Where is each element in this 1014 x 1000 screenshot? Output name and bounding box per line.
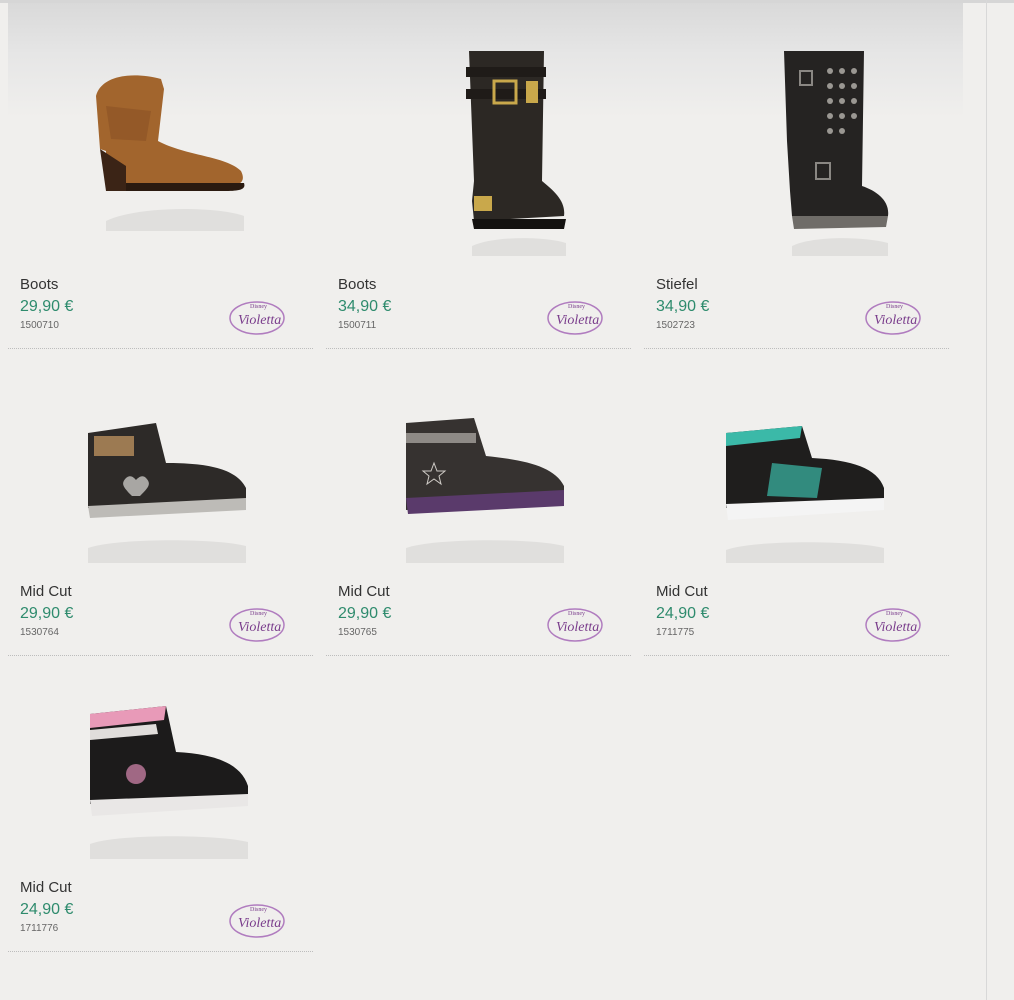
product-image-studded-biker-boot[interactable] xyxy=(712,31,890,266)
svg-text:Disney: Disney xyxy=(250,907,267,913)
product-price: 24,90 € xyxy=(656,605,710,622)
card-divider xyxy=(644,655,949,656)
violetta-logo: Disney Violetta xyxy=(229,904,285,938)
product-name[interactable]: Stiefel xyxy=(656,276,698,293)
violetta-logo: Disney Violetta xyxy=(547,301,603,335)
product-sku: 1500711 xyxy=(338,320,377,331)
product-name[interactable]: Mid Cut xyxy=(20,879,72,896)
product-sku: 1500710 xyxy=(20,320,59,331)
svg-text:Violetta: Violetta xyxy=(238,313,281,328)
product-price: 29,90 € xyxy=(20,605,74,622)
card-divider xyxy=(8,951,313,952)
product-sku: 1711776 xyxy=(20,923,59,934)
product-sku: 1530764 xyxy=(20,627,59,638)
product-image-pink-sneaker[interactable] xyxy=(76,634,254,869)
product-card[interactable]: Mid Cut 29,90 € 1530765 Disney Violetta xyxy=(326,418,631,683)
svg-text:Violetta: Violetta xyxy=(556,313,599,328)
product-price: 29,90 € xyxy=(20,298,74,315)
product-name[interactable]: Mid Cut xyxy=(20,583,72,600)
product-name[interactable]: Mid Cut xyxy=(338,583,390,600)
product-sku: 1530765 xyxy=(338,627,377,638)
svg-text:Disney: Disney xyxy=(568,304,585,310)
violetta-logo: Disney Violetta xyxy=(229,301,285,335)
violetta-logo: Disney Violetta xyxy=(865,608,921,642)
svg-text:Disney: Disney xyxy=(250,611,267,617)
violetta-logo: Disney Violetta xyxy=(865,301,921,335)
product-name[interactable]: Boots xyxy=(20,276,58,293)
product-sku: 1502723 xyxy=(656,320,695,331)
svg-text:Disney: Disney xyxy=(886,304,903,310)
svg-text:Violetta: Violetta xyxy=(874,620,917,635)
product-card[interactable]: Mid Cut 24,90 € 1711776 Disney Violetta xyxy=(8,706,313,979)
page-edge-line xyxy=(986,0,987,1000)
product-image-black-buckle-boot[interactable] xyxy=(394,31,572,266)
product-sku: 1711775 xyxy=(656,627,695,638)
violetta-logo: Disney Violetta xyxy=(547,608,603,642)
product-image-brown-ankle-boot[interactable] xyxy=(76,31,254,266)
svg-text:Violetta: Violetta xyxy=(238,620,281,635)
product-image-heart-sneaker[interactable] xyxy=(76,338,254,573)
product-card[interactable]: Mid Cut 24,90 € 1711775 Disney Violetta xyxy=(644,426,949,683)
product-price: 34,90 € xyxy=(338,298,392,315)
product-price: 34,90 € xyxy=(656,298,710,315)
svg-text:Violetta: Violetta xyxy=(556,620,599,635)
card-divider xyxy=(326,655,631,656)
product-name[interactable]: Boots xyxy=(338,276,376,293)
svg-text:Disney: Disney xyxy=(250,304,267,310)
product-price: 24,90 € xyxy=(20,901,74,918)
product-image-star-sneaker[interactable] xyxy=(394,338,572,573)
product-price: 29,90 € xyxy=(338,605,392,622)
svg-text:Violetta: Violetta xyxy=(238,916,281,931)
svg-text:Violetta: Violetta xyxy=(874,313,917,328)
svg-text:Disney: Disney xyxy=(568,611,585,617)
product-image-turquoise-sneaker[interactable] xyxy=(712,338,890,573)
product-name[interactable]: Mid Cut xyxy=(656,583,708,600)
svg-text:Disney: Disney xyxy=(886,611,903,617)
